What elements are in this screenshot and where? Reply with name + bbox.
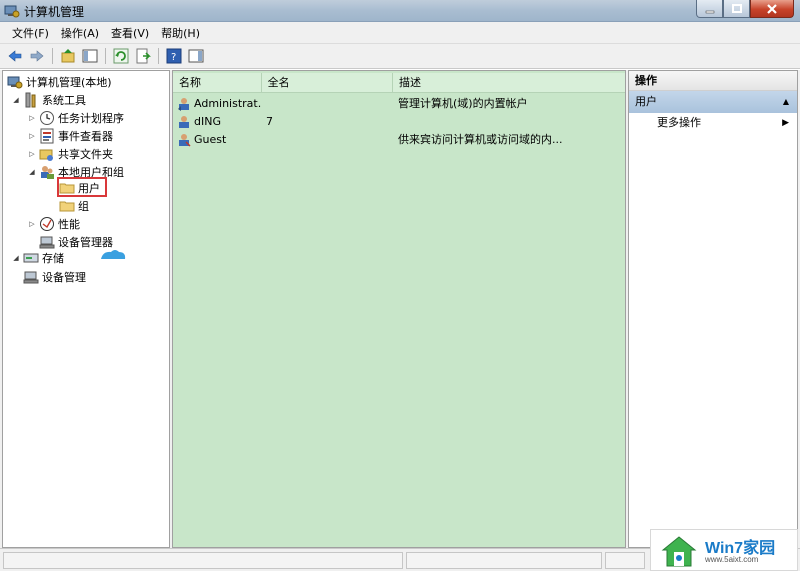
main-area: 计算机管理(本地) ◢ 系统工具 ▷ 任务计划程序 ▷ 事件查看器 ▷ 共享文件… (0, 70, 800, 548)
close-button[interactable] (750, 0, 794, 18)
tree-item-label: 事件查看器 (58, 129, 113, 143)
local-users-groups-icon (39, 164, 55, 180)
menu-help[interactable]: 帮助(H) (155, 25, 206, 41)
tree-item-label: 共享文件夹 (58, 147, 113, 161)
task-scheduler-icon (39, 110, 55, 126)
list-item[interactable]: dING 7 (173, 113, 625, 131)
performance-icon (39, 216, 55, 232)
house-logo-icon (661, 536, 697, 567)
system-tools-icon (23, 92, 39, 108)
list-item[interactable]: Guest 供来宾访问计算机或访问域的内... (173, 131, 625, 149)
user-list: 名称 全名 描述 Administrat... 管理计算机(域)的内置帐户 dI… (172, 70, 626, 548)
folder-icon (59, 198, 75, 214)
actions-pane: 操作 用户 ▲ 更多操作 ▶ (628, 70, 798, 548)
tree-item-storage[interactable]: ◢ 存储 (11, 249, 64, 266)
expand-arrow-icon[interactable]: ▷ (27, 132, 37, 140)
menu-view[interactable]: 查看(V) (105, 25, 155, 41)
user-icon (177, 115, 191, 129)
user-fullname (262, 95, 394, 113)
tree-item-label: 设备管理 (42, 270, 86, 284)
up-level-icon[interactable] (59, 47, 77, 65)
back-icon[interactable] (6, 47, 24, 65)
toolbar: ? (0, 44, 800, 69)
tree-item-event-viewer[interactable]: ▷ 事件查看器 (27, 127, 113, 144)
title-bar: 计算机管理 (0, 0, 800, 22)
device-manager-icon (39, 234, 55, 250)
svg-text:?: ? (171, 52, 176, 63)
collapse-arrow-icon[interactable]: ◢ (11, 254, 21, 262)
actions-header: 操作 (629, 71, 797, 91)
tree-item-groups[interactable]: 组 (59, 197, 89, 214)
actions-section-label: 用户 (635, 95, 657, 108)
collapse-up-icon[interactable]: ▲ (783, 91, 789, 113)
maximize-button[interactable] (723, 0, 750, 18)
column-header-description[interactable]: 描述 (393, 73, 625, 93)
watermark-url: www.5aixt.com (705, 555, 759, 564)
actions-section-users[interactable]: 用户 ▲ (629, 91, 797, 113)
user-icon (177, 97, 191, 111)
tree-item-system-tools[interactable]: ◢ 系统工具 (11, 91, 86, 108)
tree-item-performance[interactable]: ▷ 性能 (27, 215, 80, 232)
computer-management-icon (7, 74, 23, 90)
user-description: 供来宾访问计算机或访问域的内... (398, 133, 563, 146)
toolbar-separator (105, 48, 106, 64)
collapse-arrow-icon[interactable]: ◢ (11, 96, 21, 104)
status-pane (406, 552, 602, 569)
show-hide-tree-icon[interactable] (81, 47, 99, 65)
tree-item-task-scheduler[interactable]: ▷ 任务计划程序 (27, 109, 124, 126)
user-name: Guest (194, 133, 227, 146)
list-item[interactable]: Administrat... 管理计算机(域)的内置帐户 (173, 95, 625, 113)
tree-item-label: 计算机管理(本地) (26, 75, 112, 89)
storage-icon (23, 250, 39, 266)
tree-item-shared-folders[interactable]: ▷ 共享文件夹 (27, 145, 113, 162)
tree-item-label: 存储 (42, 251, 64, 265)
show-hide-action-pane-icon[interactable] (187, 47, 205, 65)
user-fullname: 7 (266, 115, 273, 128)
computer-management-icon (4, 3, 20, 19)
toolbar-separator (158, 48, 159, 64)
user-name: Administrat... (194, 97, 262, 110)
cloud-decoration-icon (101, 250, 126, 259)
expand-arrow-icon[interactable]: ▷ (27, 114, 37, 122)
toolbar-separator (52, 48, 53, 64)
user-description: 管理计算机(域)的内置帐户 (398, 97, 528, 110)
shared-folders-icon (39, 146, 55, 162)
navigation-tree: 计算机管理(本地) ◢ 系统工具 ▷ 任务计划程序 ▷ 事件查看器 ▷ 共享文件… (2, 70, 170, 548)
expand-arrow-icon[interactable]: ▷ (27, 220, 37, 228)
window-title: 计算机管理 (24, 5, 85, 19)
minimize-button[interactable] (696, 0, 723, 18)
column-header-fullname[interactable]: 全名 (262, 73, 394, 93)
tree-item-device-management[interactable]: 设备管理 (23, 268, 86, 285)
column-header-name[interactable]: 名称 (173, 73, 262, 93)
forward-icon[interactable] (28, 47, 46, 65)
menu-action[interactable]: 操作(A) (55, 25, 105, 41)
more-actions-label: 更多操作 (657, 116, 701, 129)
submenu-arrow-icon: ▶ (782, 118, 789, 128)
list-header: 名称 全名 描述 (173, 73, 625, 93)
selection-highlight (57, 177, 107, 197)
user-description (394, 113, 625, 131)
tree-item-label: 性能 (58, 217, 80, 231)
tree-item-label: 系统工具 (42, 93, 86, 107)
menu-file[interactable]: 文件(F) (6, 25, 55, 41)
tree-item-label: 任务计划程序 (58, 111, 124, 125)
help-icon[interactable]: ? (165, 47, 183, 65)
more-actions-item[interactable]: 更多操作 ▶ (629, 113, 797, 133)
user-icon (177, 133, 191, 147)
status-pane (605, 552, 645, 569)
user-name: dING (194, 115, 221, 128)
event-viewer-icon (39, 128, 55, 144)
expand-arrow-icon[interactable]: ▷ (27, 150, 37, 158)
watermark-logo: Win7家园 www.5aixt.com (650, 529, 798, 571)
tree-item-label: 组 (78, 199, 89, 213)
user-fullname (262, 131, 394, 149)
device-management-icon (23, 269, 39, 285)
export-list-icon[interactable] (134, 47, 152, 65)
refresh-icon[interactable] (112, 47, 130, 65)
collapse-arrow-icon[interactable]: ◢ (27, 168, 37, 176)
menu-bar: 文件(F) 操作(A) 查看(V) 帮助(H) (0, 22, 800, 44)
tree-item-computer-management[interactable]: 计算机管理(本地) (7, 73, 112, 90)
status-pane (3, 552, 403, 569)
